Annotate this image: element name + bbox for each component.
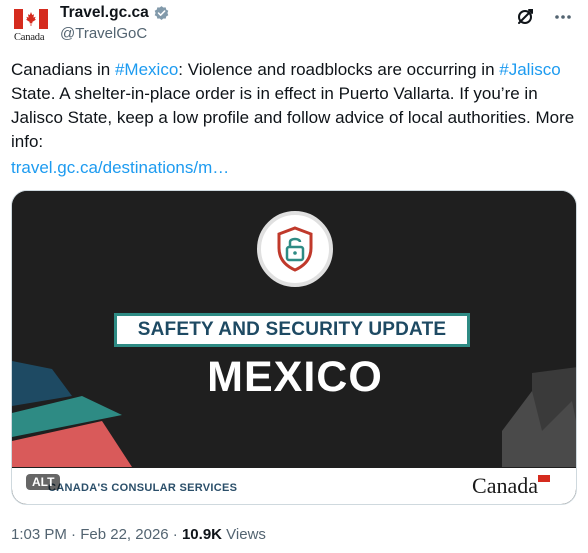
consular-services-label: CANADA'S CONSULAR SERVICES [48, 482, 238, 494]
display-name-text[interactable]: Travel.gc.ca [60, 4, 149, 22]
avatar[interactable]: Canada [14, 6, 48, 46]
meta-separator: · [66, 526, 81, 543]
meta-separator: · [168, 526, 182, 543]
shield-lock-icon [257, 211, 333, 287]
media-footer: CANADA'S CONSULAR SERVICES Canada [12, 468, 576, 504]
more-options-icon[interactable] [552, 6, 574, 28]
tweet-text-part: : Violence and roadblocks are occurring … [178, 60, 500, 79]
canada-flag-icon [538, 475, 550, 482]
tweet-meta: 1:03 PM · Feb 22, 2026 · 10.9K Views [11, 526, 266, 543]
avatar-wordmark: Canada [14, 32, 45, 43]
alt-badge[interactable]: ALT [26, 474, 61, 490]
hashtag-mexico[interactable]: #Mexico [115, 60, 178, 79]
tweet-text: Canadians in #Mexico: Violence and roadb… [11, 58, 581, 180]
canada-wordmark: Canada [472, 473, 550, 499]
canada-flag-icon [14, 9, 48, 29]
views-label: Views [222, 526, 266, 543]
views-count: 10.9K [181, 526, 222, 543]
tweet-link[interactable]: travel.gc.ca/destinations/m… [11, 156, 229, 180]
media-country: MEXICO [207, 353, 383, 401]
hashtag-jalisco[interactable]: #Jalisco [499, 60, 560, 79]
tweet-date[interactable]: Feb 22, 2026 [80, 526, 168, 543]
media-banner: SAFETY AND SECURITY UPDATE [114, 313, 470, 347]
handle[interactable]: @TravelGoC [60, 25, 170, 42]
tweet-media-image[interactable]: SAFETY AND SECURITY UPDATE MEXICO CANADA… [11, 190, 577, 505]
display-name[interactable]: Travel.gc.ca [60, 4, 170, 22]
tweet-time[interactable]: 1:03 PM [11, 526, 67, 543]
canada-wordmark-text: Canada [472, 473, 538, 498]
verified-badge-icon [154, 5, 169, 20]
tweet-text-part: Canadians in [11, 60, 115, 79]
tweet-text-part: State. A shelter-in-place order is in ef… [11, 84, 575, 151]
grok-icon[interactable] [514, 6, 536, 28]
